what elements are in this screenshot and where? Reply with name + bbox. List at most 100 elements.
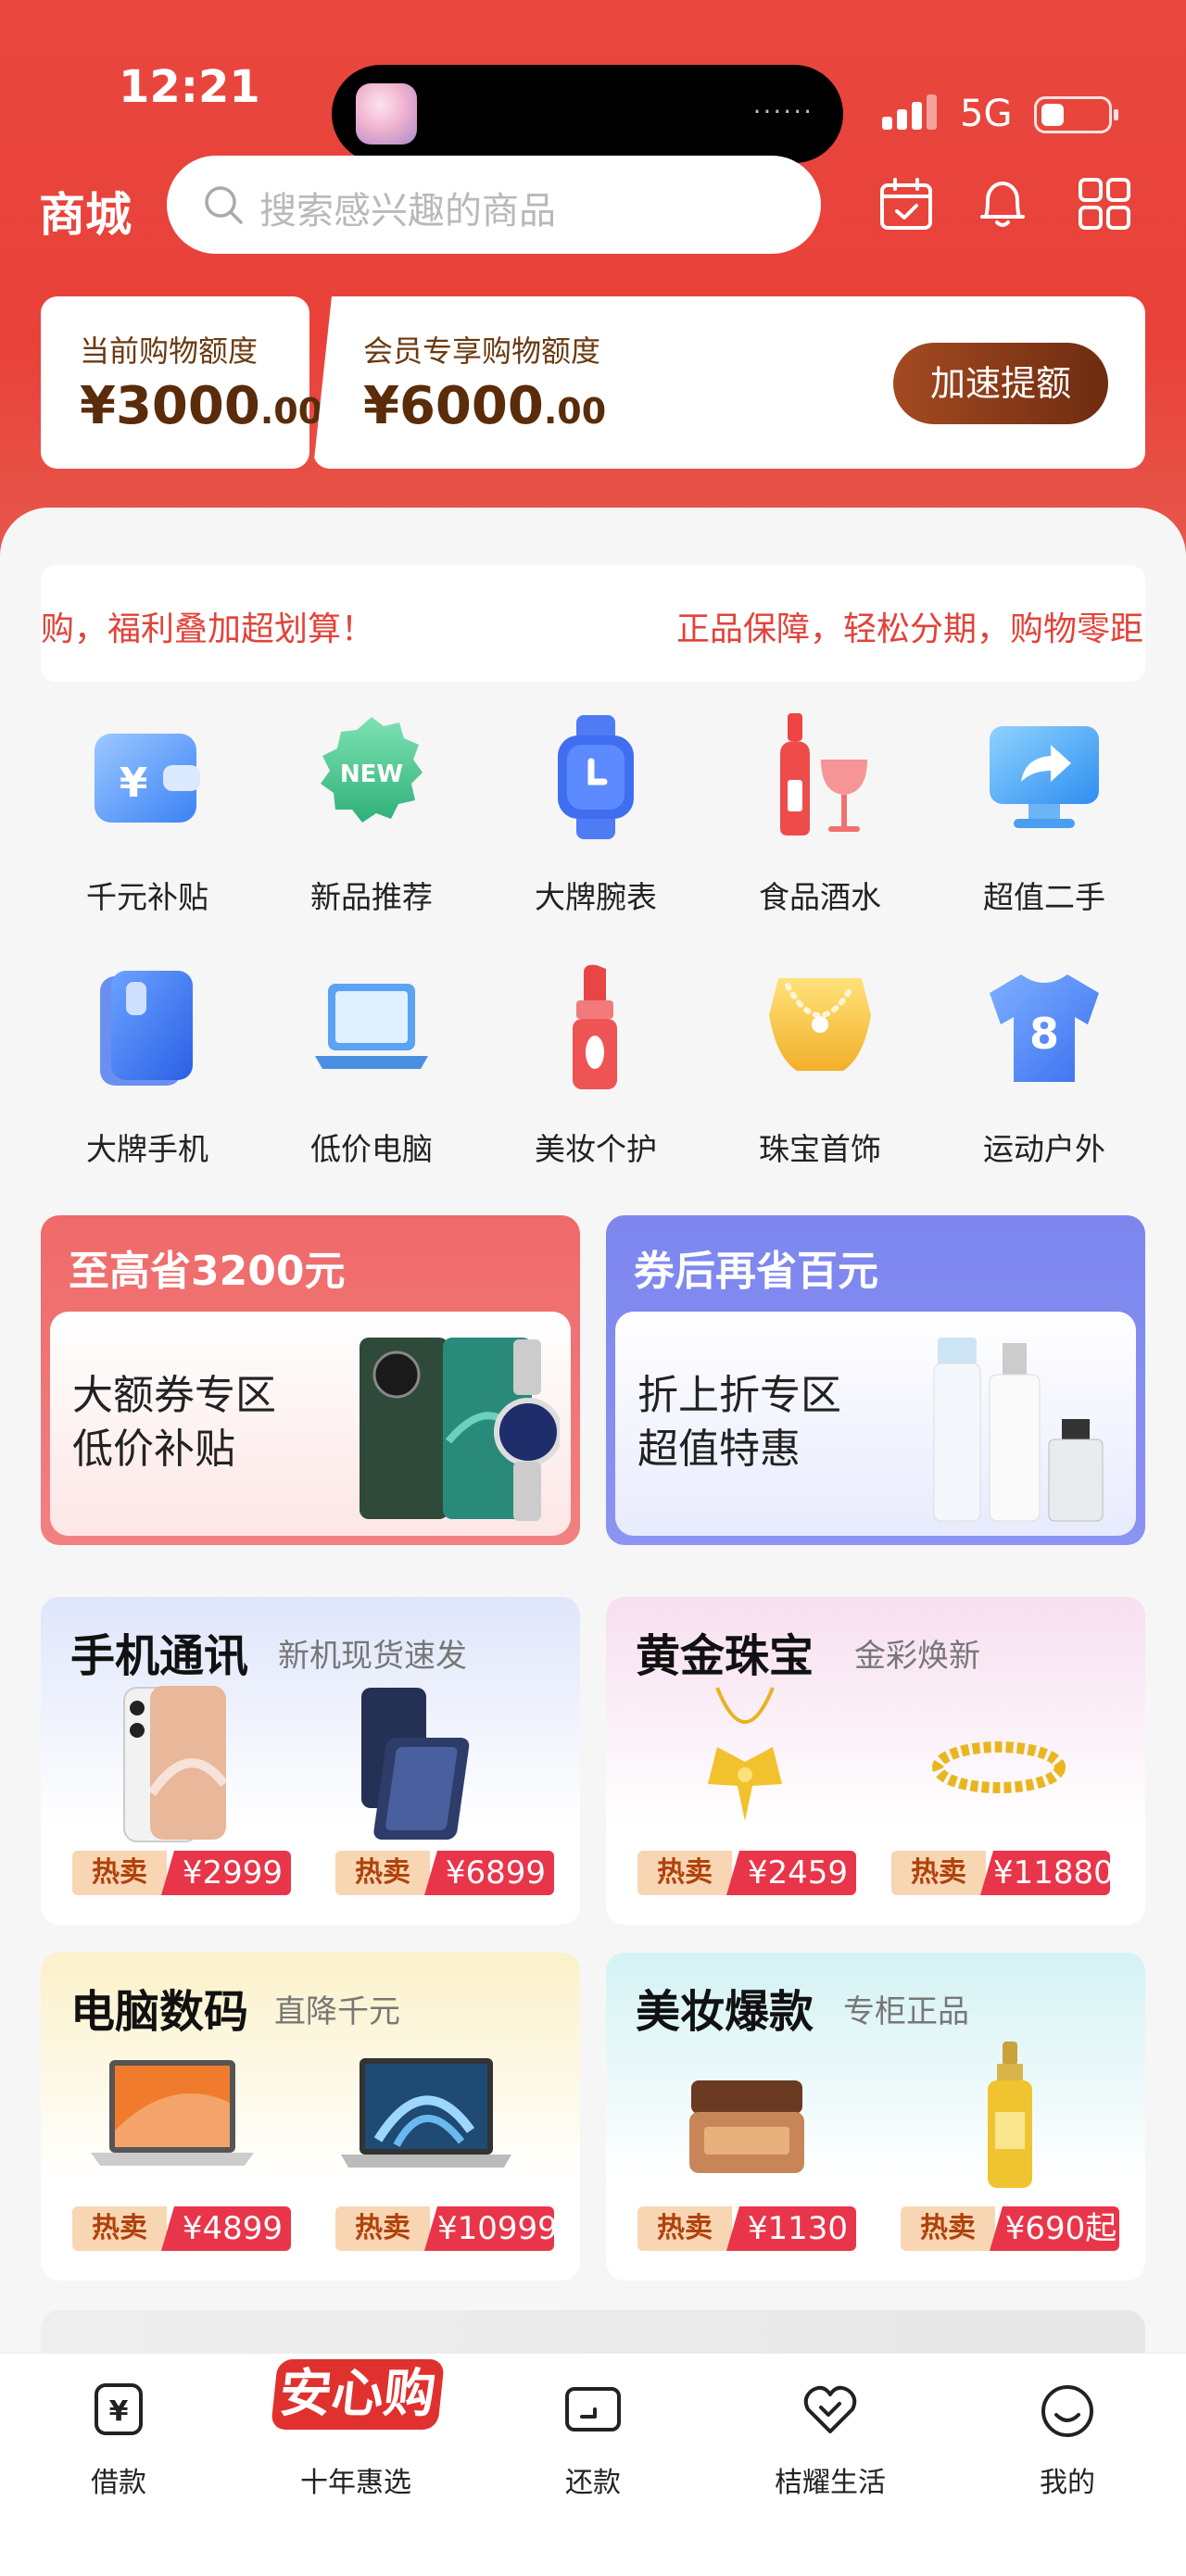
category-food-drink[interactable]: 食品酒水 [713,708,917,930]
promo-line-2: 低价补贴 [72,1426,235,1473]
category-new[interactable]: NEW 新品推荐 [265,708,469,930]
phone-product-icon [123,1686,228,1842]
category-second-hand[interactable]: 超值二手 [938,708,1142,930]
monitor-share-icon [990,726,1099,828]
hot-label: 热卖 [637,1851,732,1895]
wine-icon [780,713,867,836]
category-label: 千元补贴 [86,879,208,915]
price-value: ¥2999 [161,1851,291,1895]
necklace-icon [769,978,871,1071]
gold-bracelet-icon [932,1741,1066,1793]
category-label: 大牌手机 [86,1131,208,1167]
category-label: 珠宝首饰 [759,1131,881,1167]
tab-label: 我的 [1040,2467,1095,2499]
category-subsidy[interactable]: ¥ 千元补贴 [41,708,245,930]
price-value: ¥11880 [980,1851,1110,1895]
section-subtitle: 直降千元 [274,1993,400,2030]
category-watch[interactable]: 大牌腕表 [489,708,693,930]
bell-icon[interactable] [973,174,1032,233]
search-input[interactable]: 搜索感兴趣的商品 [167,156,821,254]
price-value: ¥4899 [161,2206,291,2251]
category-label: 新品推荐 [310,879,433,915]
price-tag: 热卖 ¥4899 [72,2206,291,2251]
user-face-icon [1041,2385,1093,2437]
loan-yuan-icon: ¥ [95,2383,143,2435]
category-jewelry[interactable]: 珠宝首饰 [713,960,917,1182]
section-computers[interactable]: 电脑数码 直降千元 热卖 ¥4899 热卖 ¥10999 [41,1953,580,2281]
category-label: 食品酒水 [759,879,881,915]
price-value: ¥2459 [726,1851,856,1895]
category-beauty[interactable]: 美妆个护 [489,960,693,1182]
network-label: 5G [960,93,1013,135]
price-tag: 热卖 ¥2459 [637,1851,856,1895]
section-title: 黄金珠宝 [636,1630,814,1682]
hot-label: 热卖 [637,2206,732,2251]
price-value: ¥690起 [990,2206,1119,2251]
category-label: 运动户外 [983,1131,1105,1167]
bottom-tab-bar: ¥ 借款 安心购 十年惠选 还款 桔耀生活 我的 [0,2353,1186,2576]
section-beauty[interactable]: 美妆爆款 专柜正品 热卖 ¥1130 热卖 ¥690起 [606,1953,1145,2281]
price-tag: 热卖 ¥1130 [637,2206,856,2251]
tab-label: 还款 [565,2467,621,2499]
cosmetics-product-icon [933,1338,1104,1522]
tab-featured[interactable]: 十年惠选 [263,2367,448,2506]
hot-label: 热卖 [335,2206,430,2251]
search-placeholder: 搜索感兴趣的商品 [259,190,556,232]
price-tag: 热卖 ¥11880 [891,1851,1110,1895]
heart-check-icon [803,2385,857,2433]
tab-label: 桔耀生活 [775,2467,886,2499]
grid-menu-icon[interactable] [1075,174,1134,233]
watch-icon [558,715,634,839]
section-subtitle: 专柜正品 [843,1993,969,2030]
category-label: 低价电脑 [310,1131,433,1167]
promo-headline: 券后再省百元 [634,1248,878,1295]
price-tag: 热卖 ¥10999 [335,2206,554,2251]
price-tag: 热卖 ¥6899 [335,1851,554,1895]
phone-icon [100,971,193,1086]
dynamic-island[interactable]: ······ [332,65,843,163]
category-label: 美妆个护 [535,1131,657,1167]
category-label: 超值二手 [983,879,1105,915]
repay-card-icon [565,2387,621,2431]
foldable-phone-icon [361,1688,470,1840]
hot-label: 热卖 [72,2206,167,2251]
tab-life[interactable]: 桔耀生活 [738,2367,923,2506]
calendar-icon[interactable] [877,174,936,233]
tab-repay[interactable]: 还款 [500,2367,686,2506]
page-title: 商城 [39,188,132,242]
section-phones[interactable]: 手机通讯 新机现货速发 热卖 ¥2999 热卖 ¥6899 [41,1597,580,1925]
section-title: 电脑数码 [70,1986,249,2038]
announcement-marquee[interactable]: 购，福利叠加超划算！ 正品保障，轻松分期，购物零距 [41,565,1145,682]
promo-coupon-zone[interactable]: 至高省3200元 大额券专区 低价补贴 [41,1215,580,1545]
promo-line-2: 超值特惠 [637,1426,801,1473]
current-credit-label: 当前购物额度 [80,333,259,369]
tab-mine[interactable]: 我的 [975,2367,1160,2506]
gold-necklace-icon [708,1687,782,1821]
hot-label: 热卖 [891,1851,986,1895]
section-gold-jewelry[interactable]: 黄金珠宝 金彩焕新 热卖 ¥2459 热卖 ¥11880 [606,1597,1145,1925]
promo-discount-zone[interactable]: 券后再省百元 折上折专区 超值特惠 [606,1215,1145,1545]
marquee-text-1: 购，福利叠加超划算！ [41,610,375,648]
price-tag: 热卖 ¥690起 [901,2206,1119,2251]
battery-icon [1034,96,1118,133]
promo-inner: 折上折专区 超值特惠 [615,1312,1136,1536]
status-time: 12:21 [119,61,260,113]
section-title: 手机通讯 [70,1630,249,1682]
laptop-icon [315,984,428,1069]
category-laptop[interactable]: 低价电脑 [265,960,469,1182]
price-value: ¥6899 [424,1851,554,1895]
status-bar: 12:21 ······ 5G [0,28,1186,163]
current-credit-amount: ¥3000.00 [80,376,323,436]
category-label: 大牌腕表 [535,879,657,915]
jersey-icon: 8 [990,974,1099,1082]
category-phone[interactable]: 大牌手机 [41,960,245,1182]
promo-inner: 大额券专区 低价补贴 [50,1312,571,1536]
serum-bottle-icon [988,2042,1032,2188]
tab-loan[interactable]: ¥ 借款 [26,2367,211,2506]
current-credit-card[interactable]: 当前购物额度 ¥3000.00 [41,296,322,469]
section-subtitle: 金彩焕新 [854,1638,980,1675]
category-sports[interactable]: 8 运动户外 [938,960,1142,1182]
boost-credit-button[interactable]: 加速提额 [893,343,1108,424]
svg-text:8: 8 [1029,1009,1059,1059]
member-credit-label: 会员专享购物额度 [363,333,601,369]
